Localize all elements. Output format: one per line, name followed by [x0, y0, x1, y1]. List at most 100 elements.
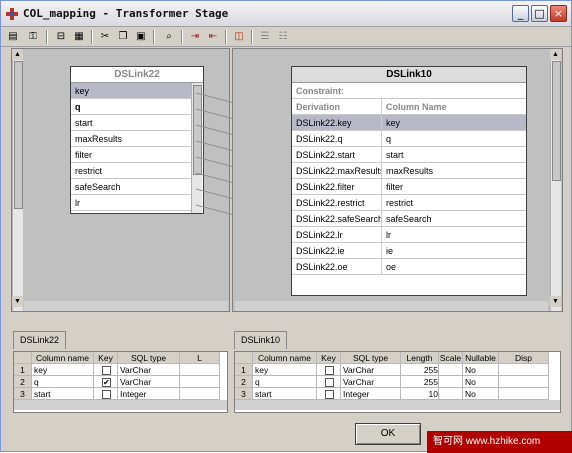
- output-column-name-cell[interactable]: start: [382, 147, 526, 163]
- output-column-name-cell[interactable]: restrict: [382, 195, 526, 211]
- grid-cell[interactable]: [499, 388, 549, 400]
- grid-cell[interactable]: [94, 364, 118, 376]
- output-column-name-cell[interactable]: filter: [382, 179, 526, 195]
- key-checkbox[interactable]: [325, 378, 334, 387]
- grid-cell[interactable]: 255: [401, 376, 439, 388]
- cut-icon[interactable]: ✂: [97, 29, 113, 44]
- grid-cell[interactable]: No: [463, 388, 499, 400]
- output-columns-grid[interactable]: Column name Key SQL type Length Scale Nullabl…: [234, 351, 561, 413]
- output-column-name-cell[interactable]: safeSearch: [382, 211, 526, 227]
- input-column-lr[interactable]: lr: [71, 195, 191, 211]
- right-pane-scrollbar[interactable]: ▲ ▼: [550, 49, 561, 311]
- left-pane-scrollbar[interactable]: ▲ ▼: [12, 49, 23, 311]
- grid-cell[interactable]: 3: [235, 388, 253, 400]
- output-column-name-cell[interactable]: ie: [382, 243, 526, 259]
- output-column-name-cell[interactable]: lr: [382, 227, 526, 243]
- grid-cell[interactable]: [317, 364, 341, 376]
- input-columns-grid[interactable]: Column name Key SQL type L 1 key VarChar 2 q ✔ Var…: [13, 351, 228, 413]
- output-link-dslink10[interactable]: DSLink10 Constraint: Derivation Column N…: [291, 66, 527, 296]
- close-button[interactable]: ×: [550, 5, 567, 22]
- grid-cell[interactable]: q: [32, 376, 94, 388]
- tab-dslink22[interactable]: DSLink22: [13, 331, 67, 349]
- find-icon[interactable]: ⌕: [161, 29, 177, 44]
- derivation-cell[interactable]: DSLink22.key: [292, 115, 382, 131]
- grid-cell[interactable]: No: [463, 364, 499, 376]
- grid-header[interactable]: SQL type: [118, 352, 180, 364]
- input-column-start[interactable]: start: [71, 115, 191, 131]
- scroll-thumb[interactable]: [14, 61, 23, 209]
- grid-cell[interactable]: [499, 376, 549, 388]
- grid-cell[interactable]: start: [253, 388, 317, 400]
- grid-cell[interactable]: [94, 388, 118, 400]
- input-column-restrict[interactable]: restrict: [71, 163, 191, 179]
- grid-horizontal-scrollbar[interactable]: [235, 400, 560, 410]
- input-column-key[interactable]: key: [71, 83, 191, 99]
- grid-cell[interactable]: VarChar: [341, 364, 401, 376]
- input-column-filter[interactable]: filter: [71, 147, 191, 163]
- output-column-name-cell[interactable]: key: [382, 115, 526, 131]
- output-column-name-cell[interactable]: oe: [382, 259, 526, 275]
- link-icon[interactable]: ⚿: [25, 29, 41, 44]
- ok-button[interactable]: OK: [355, 423, 421, 445]
- derivation-cell[interactable]: DSLink22.lr: [292, 227, 382, 243]
- grid-cell[interactable]: [180, 388, 220, 400]
- grid-cell[interactable]: [439, 376, 463, 388]
- derivation-cell[interactable]: DSLink22.ie: [292, 243, 382, 259]
- derivation-cell[interactable]: DSLink22.filter: [292, 179, 382, 195]
- stage-properties-icon[interactable]: ▤: [5, 29, 21, 44]
- grid-header[interactable]: SQL type: [341, 352, 401, 364]
- grid-cell[interactable]: 2: [235, 376, 253, 388]
- input-link-dslink22[interactable]: DSLink22 key q start maxResults filter restri…: [70, 66, 204, 214]
- constraint-row[interactable]: Constraint:: [292, 83, 526, 99]
- grid-header[interactable]: Scale: [439, 352, 463, 364]
- grid-header[interactable]: Column name: [32, 352, 94, 364]
- maximize-button[interactable]: □: [531, 5, 548, 22]
- grid-header[interactable]: [14, 352, 32, 364]
- grid-cell[interactable]: [317, 376, 341, 388]
- title-bar[interactable]: COL_mapping - Transformer Stage _ □ ×: [1, 1, 571, 27]
- grid-cell[interactable]: [439, 364, 463, 376]
- grid-header[interactable]: L: [180, 352, 220, 364]
- input-link-icon[interactable]: ⇥: [187, 29, 203, 44]
- input-column-q[interactable]: q: [71, 99, 191, 115]
- grid-cell[interactable]: q: [253, 376, 317, 388]
- column-icon[interactable]: ⊟: [53, 29, 69, 44]
- grid-header[interactable]: Key: [317, 352, 341, 364]
- paste-icon[interactable]: ▣: [133, 29, 149, 44]
- right-horizontal-scrollbar[interactable]: [235, 301, 548, 311]
- grid-cell[interactable]: Integer: [118, 388, 180, 400]
- routine-icon[interactable]: ◫: [231, 29, 247, 44]
- grid-cell[interactable]: 2: [14, 376, 32, 388]
- grid-cell[interactable]: VarChar: [118, 376, 180, 388]
- output-column-name-cell[interactable]: q: [382, 131, 526, 147]
- output-column-name-cell[interactable]: maxResults: [382, 163, 526, 179]
- show-all-icon[interactable]: ▦: [71, 29, 87, 44]
- grid-header[interactable]: Nullable: [463, 352, 499, 364]
- tab-dslink10[interactable]: DSLink10: [234, 331, 288, 349]
- grid-cell[interactable]: 1: [14, 364, 32, 376]
- grid-cell[interactable]: Integer: [341, 388, 401, 400]
- copy-icon[interactable]: ❐: [115, 29, 131, 44]
- scroll-down-arrow-icon[interactable]: ▼: [550, 296, 561, 307]
- derivation-cell[interactable]: DSLink22.oe: [292, 259, 382, 275]
- derivation-cell[interactable]: DSLink22.restrict: [292, 195, 382, 211]
- derivation-cell[interactable]: DSLink22.maxResults: [292, 163, 382, 179]
- load-columns-icon[interactable]: ☰: [257, 29, 273, 44]
- input-column-safeSearch[interactable]: safeSearch: [71, 179, 191, 195]
- grid-cell[interactable]: No: [463, 376, 499, 388]
- key-checkbox[interactable]: ✔: [102, 378, 111, 387]
- scroll-thumb[interactable]: [552, 61, 561, 181]
- grid-cell[interactable]: key: [32, 364, 94, 376]
- grid-header[interactable]: Disp: [499, 352, 549, 364]
- grid-cell[interactable]: VarChar: [341, 376, 401, 388]
- grid-cell[interactable]: ✔: [94, 376, 118, 388]
- minimize-button[interactable]: _: [512, 5, 529, 22]
- grid-cell[interactable]: [317, 388, 341, 400]
- output-link-icon[interactable]: ⇤: [205, 29, 221, 44]
- derivation-cell[interactable]: DSLink22.start: [292, 147, 382, 163]
- grid-header[interactable]: Key: [94, 352, 118, 364]
- scroll-down-arrow-icon[interactable]: ▼: [12, 296, 23, 307]
- derivation-cell[interactable]: DSLink22.q: [292, 131, 382, 147]
- scroll-up-arrow-icon[interactable]: ▲: [550, 49, 561, 60]
- key-checkbox[interactable]: [102, 390, 111, 399]
